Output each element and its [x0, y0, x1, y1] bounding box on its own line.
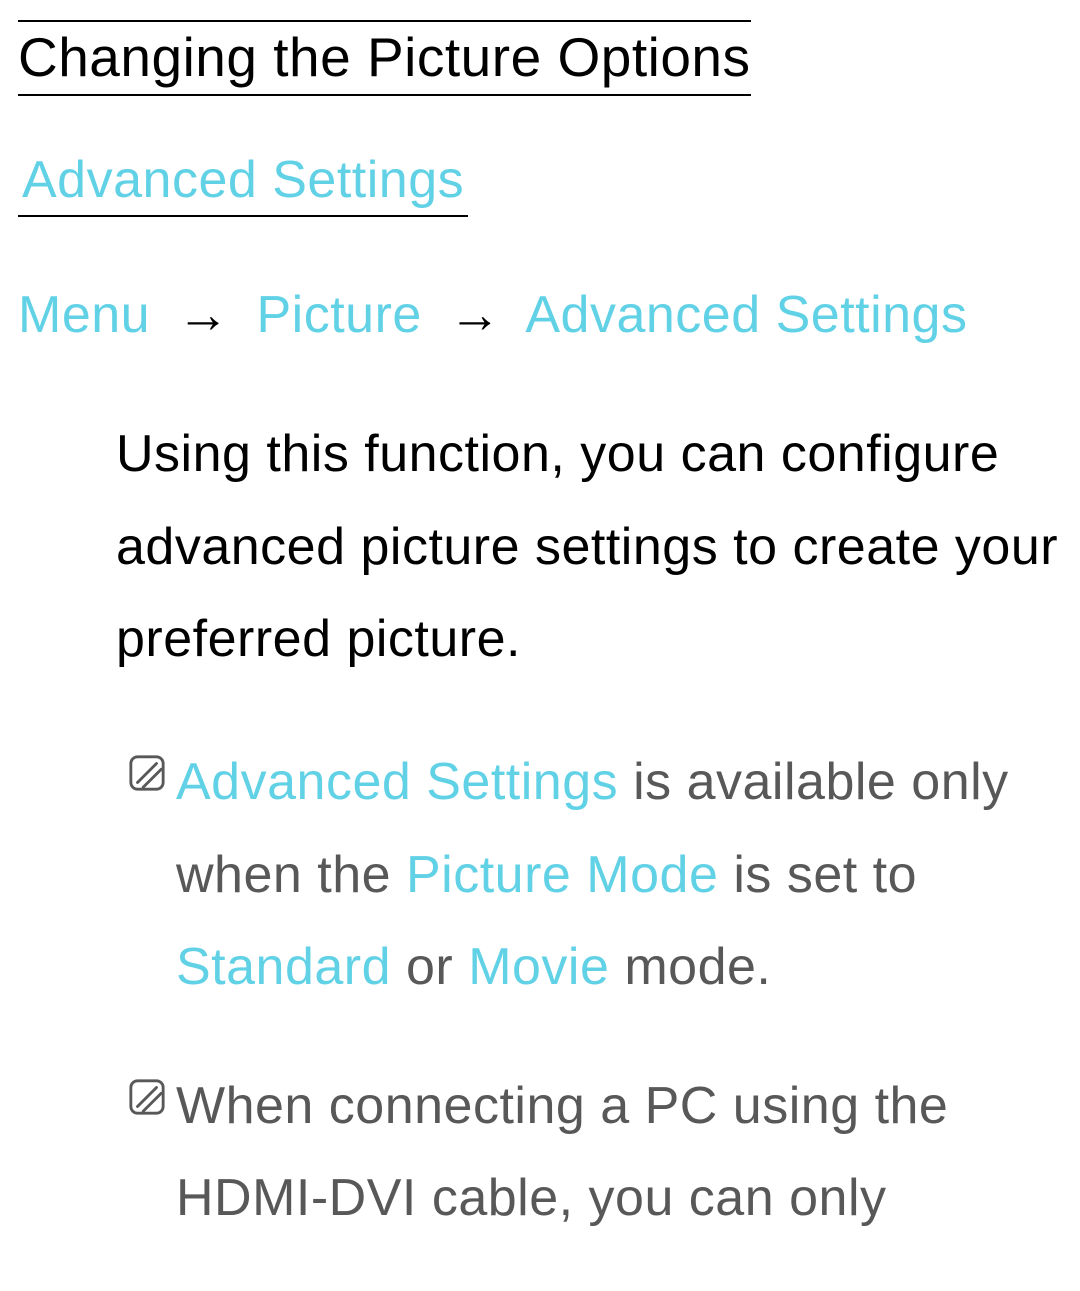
- notes-list: Advanced Settings is available only when…: [18, 736, 1062, 1245]
- note-icon: [128, 754, 166, 792]
- section-heading-rule: Advanced Settings: [18, 152, 468, 217]
- breadcrumb-item-advanced-settings: Advanced Settings: [525, 286, 967, 344]
- note-highlight: Picture Mode: [406, 846, 718, 904]
- note-text: mode.: [609, 938, 771, 996]
- body-paragraph: Using this function, you can configure a…: [18, 408, 1062, 686]
- breadcrumb-item-menu: Menu: [18, 286, 150, 344]
- page-title: Changing the Picture Options: [18, 24, 751, 90]
- note-item: Advanced Settings is available only when…: [116, 736, 1062, 1014]
- section-heading: Advanced Settings: [22, 151, 464, 209]
- breadcrumb-item-picture: Picture: [256, 286, 421, 344]
- note-item: When connecting a PC using the HDMI-DVI …: [116, 1060, 1062, 1245]
- note-highlight: Standard: [176, 938, 391, 996]
- note-highlight: Movie: [468, 938, 609, 996]
- page-title-rule: Changing the Picture Options: [18, 20, 751, 96]
- note-highlight: Advanced Settings: [176, 753, 618, 811]
- note-text: is set to: [718, 846, 917, 904]
- note-text: or: [391, 938, 468, 996]
- breadcrumb: Menu → Picture → Advanced Settings: [18, 287, 1062, 344]
- arrow-icon: →: [437, 286, 514, 344]
- arrow-icon: →: [165, 286, 242, 344]
- note-icon: [128, 1078, 166, 1116]
- note-text: When connecting a PC using the HDMI-DVI …: [176, 1077, 948, 1228]
